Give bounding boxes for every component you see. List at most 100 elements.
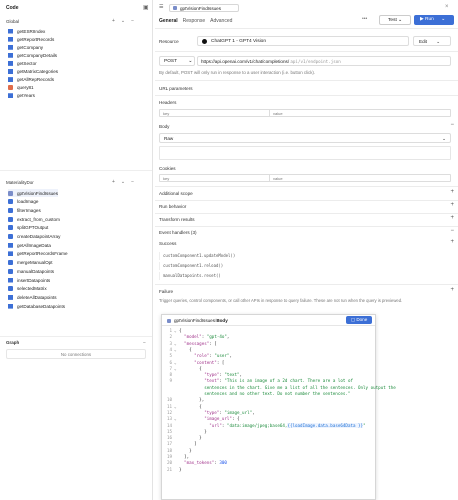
- query-list-item[interactable]: getMatrixCategories: [8, 68, 58, 76]
- js-query-icon: [8, 260, 13, 266]
- query-name-box[interactable]: gptVisionFindIssues: [169, 4, 239, 12]
- add-icon[interactable]: +: [450, 287, 454, 293]
- divider: [155, 28, 458, 29]
- header-key-input[interactable]: key: [160, 110, 270, 116]
- editor-breadcrumb: gptVisionFindIssues / Body: [167, 318, 228, 323]
- query-list-item[interactable]: loadImage: [8, 198, 38, 206]
- rest-query-icon: [8, 77, 13, 83]
- collapse-icon[interactable]: ▣: [143, 4, 149, 11]
- url-input[interactable]: https://api.openai.com/v1/chat/completio…: [197, 56, 451, 66]
- transform-label[interactable]: Transform results: [159, 217, 195, 222]
- query-list-item[interactable]: splitGPTOutput: [8, 224, 48, 232]
- success-label: Success: [159, 241, 177, 246]
- query-list-label: insertDatapoints: [17, 277, 51, 283]
- query-list-item[interactable]: getAllRepRecords: [8, 76, 54, 84]
- success-handler[interactable]: manualDatapoints.reset(): [159, 272, 451, 280]
- code-line: sentences in the chart. Give me a list o…: [179, 384, 396, 390]
- success-handler[interactable]: customComponent1.updateModel(): [159, 252, 451, 260]
- query-list-item[interactable]: getAllImageData: [8, 241, 51, 249]
- tab-advanced[interactable]: Advanced: [210, 18, 232, 24]
- query-list-label: mergeManualOpt: [17, 260, 53, 266]
- cookie-value-input[interactable]: value: [270, 175, 283, 181]
- run-note: By default, POST will only run in respon…: [159, 70, 316, 75]
- chevron-down-icon[interactable]: ⌄: [121, 179, 125, 185]
- query-list-item[interactable]: getCompany: [8, 43, 43, 51]
- tab-response[interactable]: Response: [183, 18, 206, 24]
- add-icon[interactable]: +: [450, 189, 454, 195]
- collapse-icon[interactable]: −: [450, 122, 454, 128]
- code-line: 9 "text": "This is an image of a 2d char…: [169, 378, 353, 384]
- query-list-item[interactable]: getYears: [8, 92, 35, 100]
- query-list-item[interactable]: getReportRecordsFrame: [8, 250, 68, 258]
- query-list-item[interactable]: filterImages: [8, 206, 41, 214]
- query-list-label: getDatabaseDatapoints: [17, 303, 66, 309]
- additional-scope-label[interactable]: Additional scope: [159, 191, 193, 196]
- rest-query-icon: [8, 277, 13, 283]
- js-query-icon: [8, 225, 13, 231]
- add-icon[interactable]: +: [450, 239, 454, 245]
- add-icon[interactable]: +: [112, 18, 115, 24]
- cookie-row[interactable]: key value: [159, 174, 451, 182]
- chevron-down-icon: ⌄: [441, 17, 446, 22]
- add-icon[interactable]: +: [112, 179, 115, 185]
- divider: [155, 80, 458, 81]
- query-list-item[interactable]: getSector: [8, 59, 37, 67]
- ret-query-icon: [8, 190, 13, 196]
- query-list-item[interactable]: deleteAllDatapoints: [8, 293, 57, 301]
- collapse-section-icon[interactable]: −: [131, 179, 134, 185]
- header-value-input[interactable]: value: [270, 110, 283, 116]
- method-select[interactable]: POST ⌄: [159, 56, 195, 66]
- more-icon[interactable]: •••: [362, 16, 367, 22]
- collapse-section-icon[interactable]: −: [131, 18, 134, 24]
- query-list-item[interactable]: extract_from_custom: [8, 215, 60, 223]
- query-list-label: deleteAllDatapoints: [17, 294, 57, 300]
- code-line: 20 "max_tokens": 300: [166, 460, 227, 466]
- add-icon[interactable]: +: [450, 202, 454, 208]
- edit-resource-button[interactable]: Edit ⌄: [413, 36, 451, 46]
- menu-icon[interactable]: ☰: [159, 4, 163, 10]
- query-list-item[interactable]: selectedMatrix: [8, 285, 47, 293]
- query-list-item[interactable]: manualDatapoints: [8, 267, 54, 275]
- query-list-item[interactable]: getESRIIndex: [8, 27, 45, 35]
- sql-query-icon: [8, 85, 13, 91]
- query-list-item[interactable]: mergeManualOpt: [8, 259, 53, 267]
- test-button[interactable]: Test ⌄: [379, 15, 411, 25]
- query-list-item[interactable]: gptVisionFindIssues: [8, 189, 59, 197]
- divider: [155, 51, 458, 52]
- query-list-item[interactable]: getCompanyDetails: [8, 51, 57, 59]
- tabs: General Response Advanced: [159, 18, 232, 24]
- tab-general[interactable]: General: [159, 18, 178, 24]
- divider: [0, 336, 152, 337]
- body-input[interactable]: [159, 146, 451, 160]
- divider: [155, 186, 458, 187]
- query-list-label: manualDatapoints: [17, 268, 55, 274]
- query-list-label: loadImage: [17, 199, 39, 205]
- rest-query-icon: [8, 28, 13, 34]
- query-list-item[interactable]: getDatabaseDatapoints: [8, 302, 65, 310]
- divider: [155, 226, 458, 227]
- collapse-section-icon[interactable]: −: [143, 340, 146, 346]
- add-icon[interactable]: +: [450, 215, 454, 221]
- header-row[interactable]: key value: [159, 109, 451, 117]
- cookie-key-input[interactable]: key: [160, 175, 270, 181]
- collapse-icon[interactable]: −: [450, 228, 454, 234]
- code-editor[interactable]: 1 ⌄{2 "model": "gpt-4o", 3 ⌄ "messages": [4…: [162, 328, 396, 498]
- query-list-item[interactable]: query81: [8, 84, 34, 92]
- code-line: sentences and no other text. Do not numb…: [179, 391, 351, 396]
- done-button[interactable]: ▢ Done: [346, 316, 372, 324]
- chevron-down-icon[interactable]: ⌄: [121, 18, 125, 24]
- query-list-item[interactable]: insertDatapoints: [8, 276, 50, 284]
- resource-select[interactable]: ChatGPT 1 - GPT4 Vision: [197, 36, 409, 46]
- divider: [155, 213, 458, 214]
- query-list-label: getMatrixCategories: [17, 69, 59, 74]
- run-behavior-label[interactable]: Run behavior: [159, 204, 186, 209]
- query-list-item[interactable]: createDatapointArray: [8, 233, 60, 241]
- success-handler[interactable]: customComponent1.reload(): [159, 262, 451, 270]
- query-list-item[interactable]: getReportRecords: [8, 35, 54, 43]
- page-tools: + ⌄ −: [112, 179, 134, 185]
- rest-query-icon: [8, 93, 13, 99]
- query-list-label: getCompanyDetails: [17, 52, 58, 58]
- body-type-select[interactable]: Raw ⌄: [159, 133, 451, 143]
- close-icon[interactable]: ×: [445, 4, 449, 10]
- run-button[interactable]: ▶ Run ⌄: [414, 15, 454, 25]
